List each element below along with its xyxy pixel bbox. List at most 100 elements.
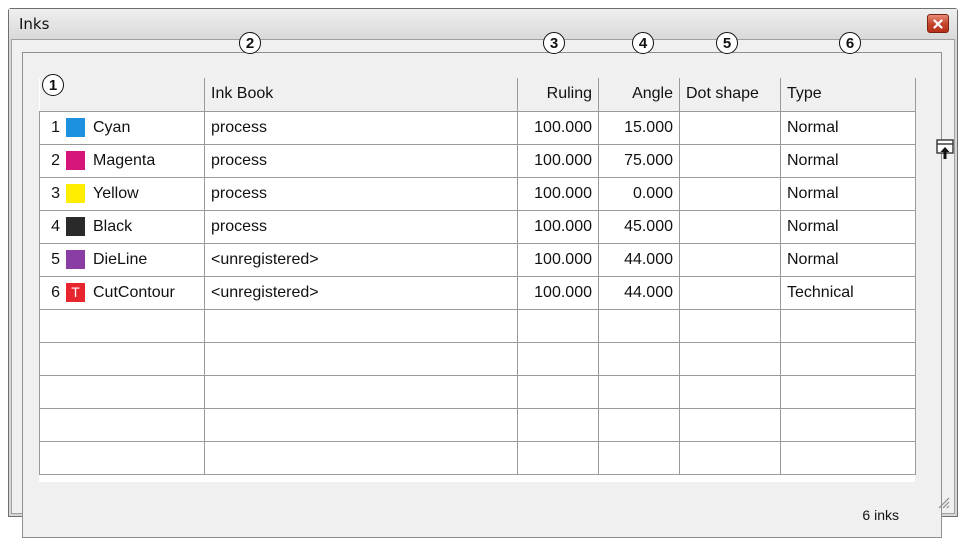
resize-grip-icon[interactable]	[936, 495, 950, 509]
table-row[interactable]: 6 T CutContour <unregistered> 100.000 44.000 T…	[39, 275, 916, 310]
ink-index: 1	[51, 118, 60, 136]
column-header-type[interactable]: Type	[780, 78, 916, 112]
ink-cell[interactable]: 1 Cyan	[39, 110, 205, 145]
empty-cell	[679, 440, 781, 475]
ink-index: 5	[51, 250, 60, 268]
ink-book-cell[interactable]: process	[204, 176, 518, 211]
empty-cell	[204, 374, 518, 409]
callout-1: 1	[42, 74, 64, 96]
ink-cell[interactable]: 5 DieLine	[39, 242, 205, 277]
empty-cell	[204, 440, 518, 475]
ink-book-cell[interactable]: <unregistered>	[204, 242, 518, 277]
table-row[interactable]: 1 Cyan process 100.000 15.000 Normal	[39, 110, 916, 145]
empty-cell	[517, 308, 599, 343]
type-cell[interactable]: Normal	[780, 143, 916, 178]
ruling-cell[interactable]: 100.000	[517, 275, 599, 310]
window-body: Ink Book Ruling Angle Dot shape Type 1 Cy…	[11, 32, 955, 538]
close-icon	[933, 18, 943, 29]
ruling-cell[interactable]: 100.000	[517, 242, 599, 277]
ink-cell[interactable]: 6 T CutContour	[39, 275, 205, 310]
type-cell[interactable]: Technical	[780, 275, 916, 310]
empty-cell	[517, 341, 599, 376]
empty-cell	[679, 374, 781, 409]
inks-window: Inks Ink Book Ruling Angle Dot shape Typ…	[8, 8, 958, 538]
empty-table-row	[39, 308, 916, 343]
ink-book-cell[interactable]: process	[204, 209, 518, 244]
ruling-cell[interactable]: 100.000	[517, 176, 599, 211]
type-cell[interactable]: Normal	[780, 110, 916, 145]
callout-3: 3	[543, 32, 565, 54]
dot-shape-cell[interactable]	[679, 110, 781, 145]
empty-cell	[204, 308, 518, 343]
callout-6: 6	[839, 32, 861, 54]
empty-cell	[39, 341, 205, 376]
ink-book-cell[interactable]: process	[204, 110, 518, 145]
type-cell[interactable]: Normal	[780, 176, 916, 211]
callout-2: 2	[239, 32, 261, 54]
ink-name: DieLine	[93, 250, 148, 268]
ink-index: 4	[51, 217, 60, 235]
callout-4: 4	[632, 32, 654, 54]
dot-shape-cell[interactable]	[679, 209, 781, 244]
empty-cell	[204, 341, 518, 376]
ink-book-cell[interactable]: <unregistered>	[204, 275, 518, 310]
angle-cell[interactable]: 75.000	[598, 143, 680, 178]
ink-color-swatch	[66, 151, 85, 170]
column-header-angle[interactable]: Angle	[598, 78, 680, 112]
empty-cell	[679, 341, 781, 376]
empty-cell	[517, 374, 599, 409]
ruling-cell[interactable]: 100.000	[517, 143, 599, 178]
empty-cell	[780, 374, 916, 409]
empty-table-row	[39, 407, 916, 442]
table-row[interactable]: 3 Yellow process 100.000 0.000 Normal	[39, 176, 916, 211]
empty-cell	[780, 308, 916, 343]
ink-table-container[interactable]: Ink Book Ruling Angle Dot shape Type 1 Cy…	[39, 78, 916, 482]
dot-shape-cell[interactable]	[679, 275, 781, 310]
empty-cell	[517, 440, 599, 475]
dot-shape-cell[interactable]	[679, 242, 781, 277]
empty-table-row	[39, 374, 916, 409]
ink-cell-content: 5 DieLine	[46, 250, 198, 269]
ink-index: 2	[51, 151, 60, 169]
ink-color-swatch	[66, 250, 85, 269]
ink-book-cell[interactable]: process	[204, 143, 518, 178]
empty-cell	[780, 341, 916, 376]
angle-cell[interactable]: 0.000	[598, 176, 680, 211]
ink-cell[interactable]: 2 Magenta	[39, 143, 205, 178]
column-header-dot-shape[interactable]: Dot shape	[679, 78, 781, 112]
ink-name: Black	[93, 217, 133, 235]
table-row[interactable]: 5 DieLine <unregistered> 100.000 44.000 Norma…	[39, 242, 916, 277]
window-title: Inks	[19, 15, 50, 33]
ink-index: 6	[51, 283, 60, 301]
dot-shape-cell[interactable]	[679, 143, 781, 178]
angle-cell[interactable]: 15.000	[598, 110, 680, 145]
empty-cell	[517, 407, 599, 442]
angle-cell[interactable]: 45.000	[598, 209, 680, 244]
dot-shape-cell[interactable]	[679, 176, 781, 211]
ink-name: CutContour	[93, 283, 175, 301]
ink-cell-content: 3 Yellow	[46, 184, 198, 203]
empty-cell	[39, 374, 205, 409]
column-header-ink-book[interactable]: Ink Book	[204, 78, 518, 112]
empty-cell	[679, 407, 781, 442]
empty-cell	[39, 440, 205, 475]
ink-cell[interactable]: 4 Black	[39, 209, 205, 244]
table-row[interactable]: 4 Black process 100.000 45.000 Normal	[39, 209, 916, 244]
ink-cell[interactable]: 3 Yellow	[39, 176, 205, 211]
close-button[interactable]	[927, 14, 949, 33]
angle-cell[interactable]: 44.000	[598, 275, 680, 310]
empty-cell	[598, 440, 680, 475]
ruling-cell[interactable]: 100.000	[517, 209, 599, 244]
table-row[interactable]: 2 Magenta process 100.000 75.000 Normal	[39, 143, 916, 178]
pin-up-icon[interactable]	[935, 139, 955, 161]
type-cell[interactable]: Normal	[780, 242, 916, 277]
angle-cell[interactable]: 44.000	[598, 242, 680, 277]
ink-cell-content: 6 T CutContour	[46, 283, 198, 302]
column-header-ruling[interactable]: Ruling	[517, 78, 599, 112]
ink-cell-content: 4 Black	[46, 217, 198, 236]
title-bar[interactable]: Inks	[9, 9, 957, 39]
type-cell[interactable]: Normal	[780, 209, 916, 244]
ink-color-swatch: T	[66, 283, 85, 302]
column-header-ink[interactable]	[39, 78, 205, 112]
ruling-cell[interactable]: 100.000	[517, 110, 599, 145]
